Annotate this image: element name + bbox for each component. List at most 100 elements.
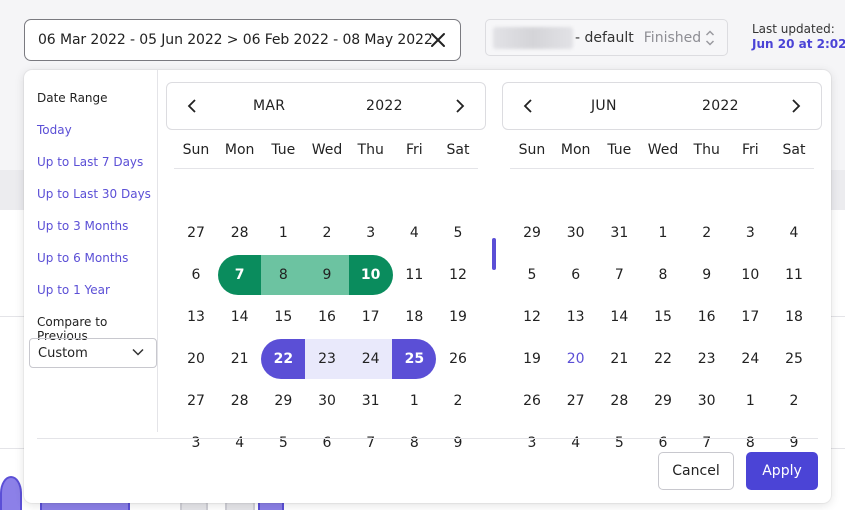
chevron-left-icon[interactable] [519,97,537,115]
environment-select[interactable]: - default Finished [485,19,728,56]
close-icon[interactable] [428,30,448,50]
calendar-day[interactable]: 2 [305,213,349,253]
apply-button[interactable]: Apply [746,452,818,490]
calendar-day[interactable]: 16 [305,297,349,337]
calendar-day[interactable]: 7 [349,423,393,463]
chevron-left-icon[interactable] [183,97,201,115]
calendar-day[interactable]: 30 [554,213,598,253]
date-range-field[interactable]: 06 Mar 2022 - 05 Jun 2022 > 06 Feb 2022 … [24,19,461,61]
calendar-day[interactable]: 28 [218,381,262,421]
calendar-day[interactable]: 10 [728,255,772,295]
calendar-day[interactable]: 11 [392,255,436,295]
preset-today[interactable]: Today [37,123,72,137]
calendar-year-left[interactable]: 2022 [366,98,403,114]
calendar-day[interactable]: 9 [436,423,480,463]
calendar-day[interactable]: 13 [174,297,218,337]
calendar-day[interactable]: 9 [685,255,729,295]
calendar-day[interactable]: 21 [597,339,641,379]
chevron-right-icon[interactable] [451,97,469,115]
calendar-day[interactable]: 27 [174,381,218,421]
calendar-day[interactable]: 29 [261,381,305,421]
calendar-day[interactable]: 25 [392,339,437,379]
calendar-day[interactable]: 30 [305,381,349,421]
calendar-day[interactable]: 23 [685,339,729,379]
calendar-day[interactable]: 8 [261,255,306,295]
calendar-day[interactable]: 23 [305,339,349,379]
calendar-day[interactable]: 8 [392,423,436,463]
calendar-day[interactable]: 20 [554,339,598,379]
calendar-day[interactable]: 2 [436,381,480,421]
calendar-day[interactable]: 3 [510,423,554,463]
calendar-day[interactable]: 3 [174,423,218,463]
calendar-day[interactable]: 22 [641,339,685,379]
calendar-day[interactable]: 18 [772,297,816,337]
calendar-day[interactable]: 4 [392,213,436,253]
calendar-day[interactable]: 8 [641,255,685,295]
calendar-day[interactable]: 24 [728,339,772,379]
calendar-day[interactable]: 1 [641,213,685,253]
calendar-day[interactable]: 22 [261,339,306,379]
calendar-day[interactable]: 12 [510,297,554,337]
calendar-day[interactable]: 19 [436,297,480,337]
calendar-day[interactable]: 1 [392,381,436,421]
calendar-day[interactable]: 19 [510,339,554,379]
preset-last-7-days[interactable]: Up to Last 7 Days [37,155,143,169]
calendar-day[interactable]: 16 [685,297,729,337]
calendar-day[interactable]: 12 [436,255,480,295]
calendar-day[interactable]: 1 [261,213,305,253]
calendar-day[interactable]: 24 [348,339,393,379]
calendar-day[interactable]: 27 [554,381,598,421]
calendar-day[interactable]: 28 [597,381,641,421]
calendar-day[interactable]: 15 [641,297,685,337]
chevron-right-icon[interactable] [787,97,805,115]
calendar-day[interactable]: 15 [261,297,305,337]
calendar-day[interactable]: 5 [510,255,554,295]
calendar-day[interactable]: 3 [728,213,772,253]
calendar-day[interactable]: 4 [554,423,598,463]
calendar-day[interactable]: 9 [305,255,349,295]
calendar-day[interactable]: 4 [218,423,262,463]
calendar-day[interactable]: 26 [510,381,554,421]
calendar-day[interactable]: 20 [174,339,218,379]
preset-3-months[interactable]: Up to 3 Months [37,219,128,233]
calendar-day[interactable]: 28 [218,213,262,253]
calendar-day[interactable]: 17 [349,297,393,337]
calendar-day[interactable]: 27 [174,213,218,253]
calendar-day[interactable]: 6 [554,255,598,295]
calendar-day[interactable]: 7 [217,255,262,295]
calendar-month-right[interactable]: JUN [591,98,617,114]
calendar-day[interactable]: 29 [641,381,685,421]
preset-last-30-days[interactable]: Up to Last 30 Days [37,187,151,201]
calendar-day[interactable]: 4 [772,213,816,253]
calendar-day[interactable]: 10 [348,255,393,295]
calendar-day[interactable]: 31 [349,381,393,421]
calendar-day[interactable]: 14 [218,297,262,337]
calendar-day[interactable]: 21 [218,339,262,379]
calendar-day[interactable]: 18 [392,297,436,337]
calendar-day[interactable]: 7 [597,255,641,295]
calendar-day[interactable]: 25 [772,339,816,379]
preset-1-year[interactable]: Up to 1 Year [37,283,110,297]
calendar-day[interactable]: 13 [554,297,598,337]
calendar-day[interactable]: 6 [174,255,218,295]
calendar-month-left[interactable]: MAR [253,98,285,114]
compare-select[interactable]: Custom [29,338,157,368]
calendar-day[interactable]: 29 [510,213,554,253]
calendar-scroll-handle[interactable] [492,238,496,270]
calendar-day[interactable]: 17 [728,297,772,337]
calendar-day[interactable]: 11 [772,255,816,295]
cancel-button[interactable]: Cancel [658,452,734,490]
calendar-day[interactable]: 5 [436,213,480,253]
calendar-day[interactable]: 3 [349,213,393,253]
calendar-day[interactable]: 1 [728,381,772,421]
preset-6-months[interactable]: Up to 6 Months [37,251,128,265]
calendar-day[interactable]: 6 [305,423,349,463]
calendar-day[interactable]: 5 [597,423,641,463]
calendar-day[interactable]: 2 [685,213,729,253]
calendar-day[interactable]: 31 [597,213,641,253]
calendar-day[interactable]: 26 [436,339,480,379]
calendar-day[interactable]: 14 [597,297,641,337]
calendar-year-right[interactable]: 2022 [702,98,739,114]
calendar-day[interactable]: 2 [772,381,816,421]
calendar-day[interactable]: 5 [261,423,305,463]
